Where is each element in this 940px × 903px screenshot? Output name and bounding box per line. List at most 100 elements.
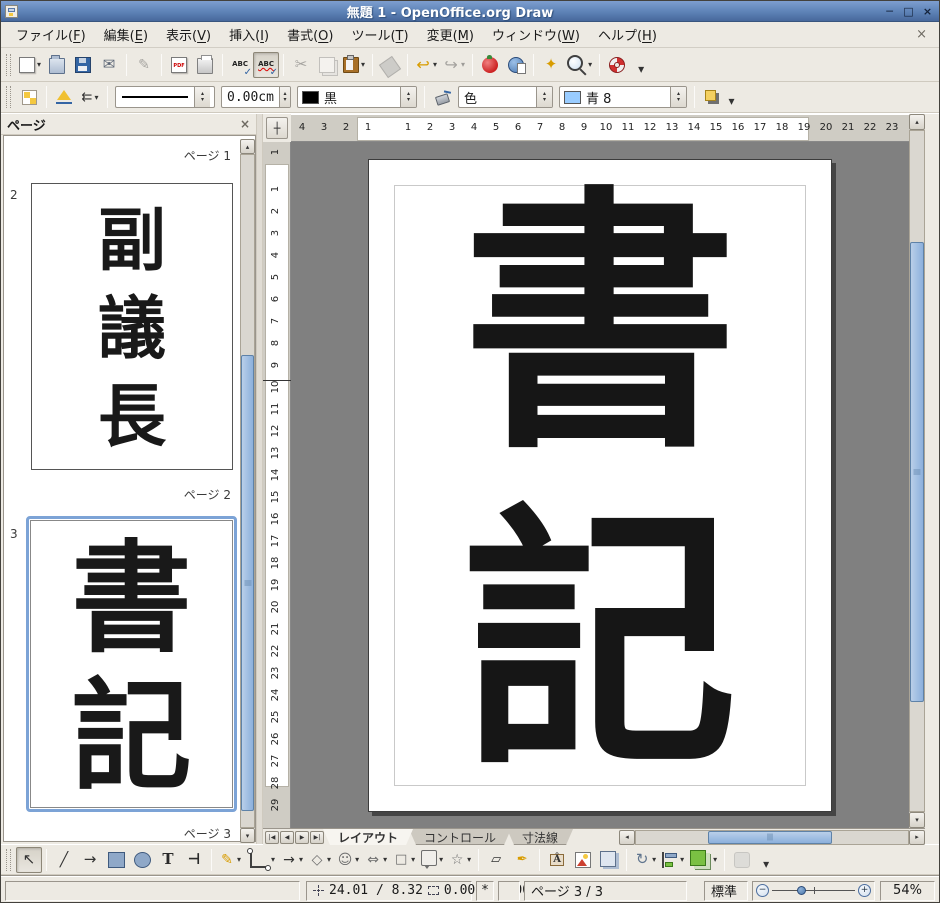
tab-dimension-lines[interactable]: 寸法線: [507, 829, 573, 845]
dropdown-caret-icon[interactable]: ▾: [652, 855, 656, 864]
navigator-button[interactable]: ✦: [538, 52, 564, 78]
export-pdf-button[interactable]: PDF: [166, 52, 192, 78]
zoom-slider-track[interactable]: [772, 884, 855, 898]
toolbar-grip[interactable]: [6, 849, 11, 871]
panel-splitter[interactable]: [256, 114, 263, 844]
page-3-thumbnail[interactable]: 書記: [26, 516, 237, 812]
new-document-button[interactable]: ▾: [16, 52, 44, 78]
dropdown-caret-icon[interactable]: ▾: [467, 855, 471, 864]
toolbar-options-button[interactable]: ▾: [725, 91, 738, 111]
line-style-spinner[interactable]: ▴ ▾: [194, 87, 210, 107]
dropdown-caret-icon[interactable]: ▾: [588, 60, 592, 69]
fill-color-combo[interactable]: 青 8 ▴ ▾: [559, 86, 687, 108]
lines-arrows-button[interactable]: →▾: [278, 847, 306, 873]
text-tool-button[interactable]: T: [155, 847, 181, 873]
horizontal-scrollbar-thumb[interactable]: [708, 831, 832, 844]
next-page-button[interactable]: ▶: [295, 831, 309, 844]
dropdown-caret-icon[interactable]: ▾: [355, 855, 359, 864]
spin-down-icon[interactable]: ▾: [677, 97, 680, 103]
dropdown-caret-icon[interactable]: ▾: [361, 60, 365, 69]
flowchart-button[interactable]: □▾: [390, 847, 418, 873]
arrange-button[interactable]: ▾: [687, 847, 720, 873]
gallery-button[interactable]: [596, 847, 622, 873]
dropdown-caret-icon[interactable]: ▾: [271, 855, 275, 864]
toolbar-grip[interactable]: [6, 54, 11, 76]
spellcheck-button[interactable]: ABC✓: [227, 52, 253, 78]
previous-page-button[interactable]: ◀: [280, 831, 294, 844]
alignment-button[interactable]: ▾: [659, 847, 687, 873]
dropdown-caret-icon[interactable]: ▾: [299, 855, 303, 864]
minimize-button[interactable]: ─: [882, 4, 897, 19]
zoom-button[interactable]: ▾: [564, 52, 595, 78]
save-button[interactable]: [70, 52, 96, 78]
fill-button[interactable]: [429, 84, 455, 110]
help-button[interactable]: [604, 52, 630, 78]
line-dialog-button[interactable]: [51, 84, 77, 110]
spin-down-icon[interactable]: ▾: [201, 97, 204, 103]
spin-down-icon[interactable]: ▾: [543, 97, 546, 103]
horizontal-scroll-right-button[interactable]: ▸: [909, 830, 925, 845]
fill-color-label[interactable]: 青 8: [581, 88, 670, 107]
auto-spellcheck-button[interactable]: ABC✓: [253, 52, 279, 78]
dropdown-caret-icon[interactable]: ▾: [411, 855, 415, 864]
menu-view[interactable]: 表示(V): [157, 22, 220, 47]
menu-insert[interactable]: 挿入(I): [220, 22, 278, 47]
line-tool-button[interactable]: ╱: [51, 847, 77, 873]
line-style-combo[interactable]: ▴ ▾: [115, 86, 215, 108]
email-button[interactable]: ✉: [96, 52, 122, 78]
dropdown-caret-icon[interactable]: ▾: [383, 855, 387, 864]
line-color-label[interactable]: 黒: [319, 88, 400, 107]
symbol-shapes-button[interactable]: ☺▾: [334, 847, 362, 873]
page[interactable]: 書記: [368, 159, 832, 812]
close-button[interactable]: ×: [920, 4, 935, 19]
menu-file[interactable]: ファイル(F): [7, 22, 95, 47]
line-color-combo[interactable]: 黒 ▴ ▾: [297, 86, 417, 108]
paste-button[interactable]: ▾: [340, 52, 368, 78]
dropdown-caret-icon[interactable]: ▾: [433, 60, 437, 69]
zoom-slider-thumb[interactable]: [797, 886, 806, 895]
dropdown-caret-icon[interactable]: ▾: [237, 855, 241, 864]
print-button[interactable]: [192, 52, 218, 78]
title-bar[interactable]: 無題 1 - OpenOffice.org Draw ─ □ ×: [1, 1, 939, 22]
page-2-thumbnail[interactable]: 副議長: [31, 183, 233, 470]
maximize-button[interactable]: □: [901, 4, 916, 19]
menu-window[interactable]: ウィンドウ(W): [483, 22, 589, 47]
v-ruler[interactable]: 1123456789101112131415161718192021222324…: [263, 142, 291, 828]
ruler-origin-button[interactable]: ┼: [266, 117, 288, 139]
block-arrows-button[interactable]: ⇔▾: [362, 847, 390, 873]
line-arrow-end-tool-button[interactable]: →: [77, 847, 103, 873]
chart-button[interactable]: [477, 52, 503, 78]
dropdown-caret-icon[interactable]: ▾: [680, 855, 684, 864]
zoom-out-button[interactable]: −: [756, 884, 769, 897]
ellipse-tool-button[interactable]: [129, 847, 155, 873]
first-page-button[interactable]: |◀: [265, 831, 279, 844]
status-position-segment[interactable]: 24.01 / 8.32 0.00 x 0.00: [306, 881, 472, 901]
open-button[interactable]: [44, 52, 70, 78]
horizontal-scroll-left-button[interactable]: ◂: [619, 830, 635, 845]
stars-button[interactable]: ☆▾: [446, 847, 474, 873]
spin-down-icon[interactable]: ▾: [283, 97, 286, 103]
select-tool-button[interactable]: ↖: [16, 847, 42, 873]
zoom-in-button[interactable]: +: [858, 884, 871, 897]
line-color-spinner[interactable]: ▴ ▾: [400, 87, 416, 107]
callouts-button[interactable]: ▾: [418, 847, 446, 873]
tab-controls[interactable]: コントロール: [409, 829, 511, 845]
shadow-button[interactable]: [699, 84, 725, 110]
pages-list[interactable]: ページ 1 2 副議長 ページ 2 3 書記 ページ 3 ▴ ▾: [3, 135, 256, 842]
fontwork-button[interactable]: Â: [544, 847, 570, 873]
menu-edit[interactable]: 編集(E): [95, 22, 157, 47]
glue-points-button[interactable]: ✒: [509, 847, 535, 873]
rectangle-tool-button[interactable]: [103, 847, 129, 873]
menu-tools[interactable]: ツール(T): [342, 22, 417, 47]
rotate-button[interactable]: ↻▾: [631, 847, 659, 873]
fill-color-spinner[interactable]: ▴ ▾: [670, 87, 686, 107]
dropdown-caret-icon[interactable]: ▾: [94, 93, 98, 102]
status-zoom-segment[interactable]: 54%: [880, 881, 935, 901]
last-page-button[interactable]: ▶|: [310, 831, 324, 844]
dropdown-caret-icon[interactable]: ▾: [37, 60, 41, 69]
panel-scroll-up-button[interactable]: ▴: [240, 139, 255, 154]
connector-tool-button[interactable]: ▾: [244, 847, 278, 873]
status-page-segment[interactable]: ページ 3 / 3: [524, 881, 687, 901]
menu-modify[interactable]: 変更(M): [418, 22, 483, 47]
toolbar-options-button[interactable]: ▾: [755, 854, 777, 874]
